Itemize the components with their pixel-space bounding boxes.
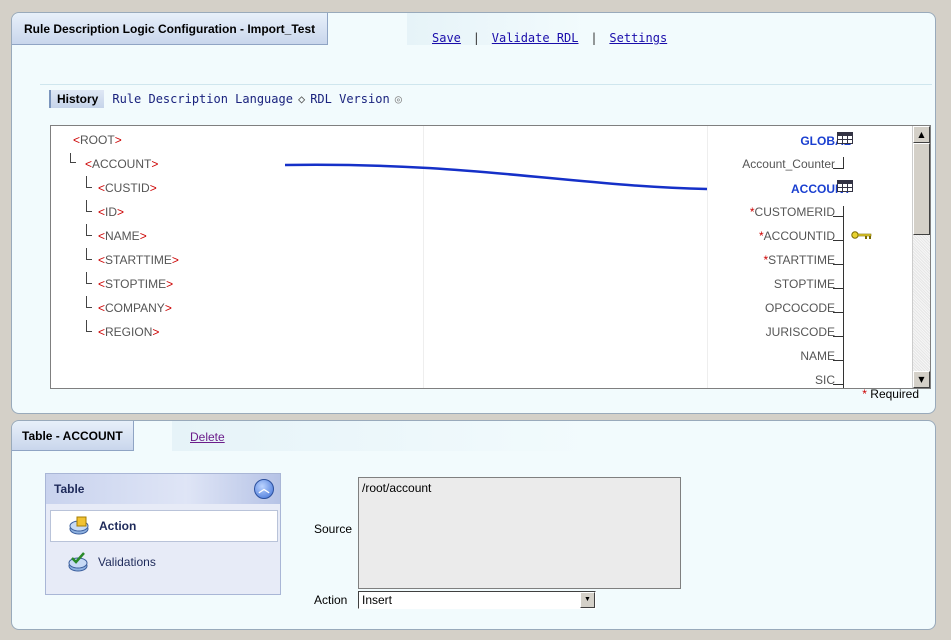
required-label: Required xyxy=(870,387,919,401)
delete-link[interactable]: Delete xyxy=(190,430,225,444)
field-connector xyxy=(833,384,843,385)
action-icon xyxy=(69,516,91,536)
field-connector xyxy=(833,264,843,265)
field-connector xyxy=(833,288,843,289)
target-field-sic[interactable]: SIC xyxy=(815,373,835,387)
field-label: Account_Counter xyxy=(742,157,835,171)
table-nav: Table ︿ Action Validations xyxy=(45,473,281,595)
field-label: SIC xyxy=(814,373,835,387)
field-connector xyxy=(833,216,843,217)
nav-header: Table ︿ xyxy=(46,474,280,504)
target-field-juriscode[interactable]: JURISCODE xyxy=(766,325,835,339)
chevron-up-icon[interactable]: ︿ xyxy=(254,479,274,499)
required-marker: * xyxy=(862,387,867,401)
field-label: NAME xyxy=(800,349,835,363)
table-config-panel: Table - ACCOUNT Delete Table ︿ Action Va… xyxy=(11,420,936,630)
field-label: OPCOCODE xyxy=(764,301,835,315)
table-panel-title: Table - ACCOUNT xyxy=(12,421,134,451)
nav-item-label: Validations xyxy=(98,555,156,569)
action-selected-value: Insert xyxy=(362,593,393,607)
target-field-starttime[interactable]: *STARTTIME xyxy=(763,253,835,267)
header-toolbar: Save | Validate RDL | Settings xyxy=(432,31,667,45)
target-field-stoptime[interactable]: STOPTIME xyxy=(774,277,835,291)
radio-icon[interactable]: ◎ xyxy=(395,92,402,106)
scroll-up-button[interactable]: ▲ xyxy=(913,126,930,143)
save-link[interactable]: Save xyxy=(432,31,461,45)
vertical-scrollbar[interactable]: ▲ ▼ xyxy=(912,126,930,388)
chevron-down-icon[interactable]: ▼ xyxy=(580,592,595,608)
field-label: CUSTOMERID xyxy=(754,205,835,219)
source-textarea[interactable]: /root/account xyxy=(358,477,681,589)
rdl-version-tab[interactable]: RDL Version xyxy=(310,92,389,106)
history-bar: History Rule Description Language ◇ RDL … xyxy=(49,89,402,109)
separator: | xyxy=(590,31,598,45)
field-label: JURISCODE xyxy=(765,325,835,339)
target-field-opcocode[interactable]: OPCOCODE xyxy=(765,301,835,315)
target-field-name[interactable]: NAME xyxy=(800,349,835,363)
source-label: Source xyxy=(314,522,353,536)
target-field-accountid[interactable]: *ACCOUNTID xyxy=(759,229,835,243)
field-label: ACCOUNTID xyxy=(763,229,835,243)
settings-link[interactable]: Settings xyxy=(609,31,667,45)
divider xyxy=(40,84,932,85)
nav-item-validations[interactable]: Validations xyxy=(50,546,278,578)
field-label: STARTTIME xyxy=(768,253,835,267)
scroll-down-button[interactable]: ▼ xyxy=(913,371,930,388)
field-connector xyxy=(833,168,843,169)
nav-item-label: Action xyxy=(99,519,137,533)
target-field-account-counter[interactable]: Account_Counter xyxy=(742,157,835,171)
tab-history[interactable]: History xyxy=(49,90,105,108)
separator: | xyxy=(472,31,480,45)
action-select[interactable]: Insert ▼ xyxy=(358,591,596,609)
validate-rdl-link[interactable]: Validate RDL xyxy=(492,31,579,45)
field-connector xyxy=(843,206,844,388)
tab-fade xyxy=(172,421,592,451)
mapping-canvas[interactable]: <ROOT> <ACCOUNT> <CUSTID> <ID> <NAME> <S… xyxy=(50,125,931,389)
field-connector xyxy=(833,360,843,361)
rdl-tab[interactable]: Rule Description Language xyxy=(112,92,293,106)
table-icon[interactable] xyxy=(837,180,853,192)
field-connector xyxy=(833,336,843,337)
field-connector xyxy=(833,312,843,313)
required-legend: * Required xyxy=(862,387,919,401)
diamond-icon: ◇ xyxy=(297,92,306,106)
key-icon xyxy=(851,231,872,239)
scroll-thumb[interactable] xyxy=(913,143,930,235)
target-field-customerid[interactable]: *CUSTOMERID xyxy=(750,205,835,219)
table-icon[interactable] xyxy=(837,132,853,144)
action-label: Action xyxy=(314,593,348,607)
nav-item-action[interactable]: Action xyxy=(50,510,278,542)
rdl-config-panel: Rule Description Logic Configuration - I… xyxy=(11,12,936,414)
page-title: Rule Description Logic Configuration - I… xyxy=(12,13,329,45)
field-connector xyxy=(843,157,844,169)
field-connector xyxy=(833,240,843,241)
nav-header-label: Table xyxy=(54,482,85,496)
validations-icon xyxy=(68,552,90,572)
field-label: STOPTIME xyxy=(773,277,835,291)
